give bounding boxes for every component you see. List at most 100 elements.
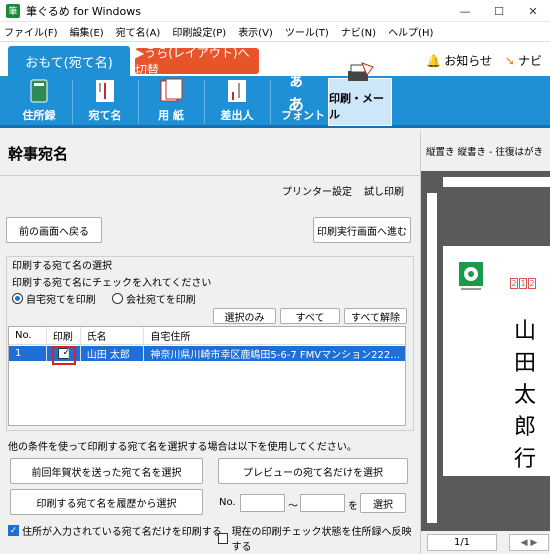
radio-home[interactable]: 自宅宛てを印刷 xyxy=(12,291,96,306)
menu-help[interactable]: ヘルプ(H) xyxy=(388,24,433,39)
toolbar-paper[interactable]: 用 紙 xyxy=(140,78,202,126)
tilde-label: 〜 xyxy=(288,501,298,512)
select-preview-button[interactable]: プレビューの宛て名だけを選択 xyxy=(218,458,408,484)
wo-label: を xyxy=(348,501,358,512)
toolbar-label: 印刷・メール xyxy=(329,92,384,121)
no-to-input[interactable] xyxy=(300,494,345,512)
addressee-name-vertical: 山 田 太 郎 行 xyxy=(513,316,537,476)
postcard-preview: 2 1 2 山 田 太 郎 行 xyxy=(443,246,550,476)
address-table: No. 印刷 氏名 自宅住所 1 ✓ 山田 太郎 神奈川県川崎市幸区鹿嶋田5-6… xyxy=(8,326,406,426)
mode-bar: おもて(宛て名) ▶うら(レイアウト)へ切替 🔔 お知らせ ➘ ナビ xyxy=(0,42,550,77)
notice-button[interactable]: 🔔 お知らせ xyxy=(426,52,492,69)
fude-icon: 筆 xyxy=(6,3,20,18)
name-char: 太 xyxy=(513,383,536,408)
name-char: 山 xyxy=(513,319,536,344)
main-pane: 幹事宛名 プリンター設定 試し印刷 前の画面へ戻る 印刷実行画面へ進む 印刷する… xyxy=(0,131,420,554)
radio-home-indicator[interactable] xyxy=(12,293,23,304)
postal-code-boxes: 2 1 2 xyxy=(510,278,536,289)
horizontal-ruler xyxy=(443,177,550,187)
menu-print-settings[interactable]: 印刷設定(P) xyxy=(172,24,226,39)
main-toolbar: 住所録 宛て名 用 紙 差出人 ぁあ フォント 印刷・メール xyxy=(0,62,550,128)
page-indicator: 1/1 xyxy=(427,534,497,551)
header-no[interactable]: No. xyxy=(9,327,47,344)
bell-icon: 🔔 xyxy=(426,53,442,68)
toolbar-label: 差出人 xyxy=(220,109,254,122)
menu-address[interactable]: 宛て名(A) xyxy=(116,24,161,39)
switch-to-back-button[interactable]: ▶うら(レイアウト)へ切替 xyxy=(135,46,259,77)
navi-button[interactable]: ➘ ナビ xyxy=(505,52,542,69)
proceed-to-print-button[interactable]: 印刷実行画面へ進む xyxy=(313,217,411,243)
select-prev-year-button[interactable]: 前回年賀状を送った宛て名を選択 xyxy=(10,458,203,484)
toolbar-address-book[interactable]: 住所録 xyxy=(8,78,70,126)
sender-icon xyxy=(222,78,252,104)
preview-footer: 1/1 ◀ ▶ xyxy=(421,531,550,554)
divider xyxy=(0,175,420,176)
select-from-history-button[interactable]: 印刷する宛て名を履歴から選択 xyxy=(10,489,203,515)
table-header: No. 印刷 氏名 自宅住所 xyxy=(9,327,405,345)
radio-company[interactable]: 会社宛てを印刷 xyxy=(112,291,196,306)
name-char: 田 xyxy=(513,351,536,376)
header-print[interactable]: 印刷 xyxy=(47,327,81,344)
no-from-input[interactable] xyxy=(240,494,285,512)
name-char: 郎 xyxy=(513,415,536,440)
select-all-button[interactable]: すべて xyxy=(280,308,340,324)
notice-label: お知らせ xyxy=(444,54,492,68)
tab-front-address[interactable]: おもて(宛て名) xyxy=(8,46,130,76)
addressee-icon xyxy=(90,78,120,104)
row-no: 1 xyxy=(9,346,47,361)
printer-settings-link[interactable]: プリンター設定 xyxy=(282,183,352,198)
header-address[interactable]: 自宅住所 xyxy=(144,327,405,344)
clear-all-button[interactable]: すべて解除 xyxy=(344,308,407,324)
logo-mark xyxy=(459,262,483,292)
reflect-label: 現在の印刷チェック状態を住所録へ反映する xyxy=(231,527,412,553)
postal-digit: 2 xyxy=(528,278,536,289)
radio-home-label: 自宅宛てを印刷 xyxy=(26,295,96,306)
toolbar-print-mail[interactable]: 印刷・メール xyxy=(328,62,392,126)
preview-canvas[interactable]: 2 1 2 山 田 太 郎 行 xyxy=(421,171,550,531)
page-nav-icon[interactable]: ◀ ▶ xyxy=(509,534,549,551)
name-char: 行 xyxy=(513,447,536,472)
maximize-button[interactable]: ☐ xyxy=(482,0,516,22)
toolbar-label: 宛て名 xyxy=(88,109,122,122)
vertical-ruler xyxy=(427,193,437,523)
minimize-button[interactable]: — xyxy=(448,0,482,22)
header-name[interactable]: 氏名 xyxy=(81,327,145,344)
title-bar: 筆 筆ぐるめ for Windows — ☐ ✕ xyxy=(0,0,550,22)
printer-icon xyxy=(345,61,375,87)
no-label: No. xyxy=(219,497,236,508)
cursor-icon: ➘ xyxy=(504,53,515,68)
toolbar-font[interactable]: ぁあ フォント xyxy=(272,71,334,126)
menu-tools[interactable]: ツール(T) xyxy=(285,24,329,39)
other-conditions-note: 他の条件を使って印刷する宛て名を選択する場合は以下を使用してください。 xyxy=(8,442,357,453)
menu-file[interactable]: ファイル(F) xyxy=(4,24,58,39)
paper-icon xyxy=(156,78,186,104)
select-only-button[interactable]: 選択のみ xyxy=(213,308,276,324)
menu-navi[interactable]: ナビ(N) xyxy=(341,24,376,39)
toolbar-label: 住所録 xyxy=(22,109,56,122)
preview-label: 縦置き 縦書き - 往復はがき xyxy=(426,147,543,158)
menu-edit[interactable]: 編集(E) xyxy=(70,24,104,39)
range-select-button[interactable]: 選択 xyxy=(360,493,406,513)
radio-company-indicator[interactable] xyxy=(112,293,123,304)
close-button[interactable]: ✕ xyxy=(516,0,550,22)
toolbar-sender[interactable]: 差出人 xyxy=(206,78,268,126)
toolbar-label: フォント xyxy=(281,109,325,122)
menu-view[interactable]: 表示(V) xyxy=(238,24,273,39)
radio-company-label: 会社宛てを印刷 xyxy=(126,295,196,306)
page-title: 幹事宛名 xyxy=(8,145,69,163)
test-print-link[interactable]: 試し印刷 xyxy=(364,183,404,198)
address-only-label: 住所が入力されている宛て名だけを印刷する xyxy=(22,527,222,538)
row-address: 神奈川県川崎市幸区鹿嶋田5-6-7 FMVマンション222… xyxy=(150,350,401,361)
row-name: 山田 太郎 xyxy=(81,346,145,361)
address-only-indicator[interactable]: ✓ xyxy=(8,525,19,536)
highlight-box xyxy=(52,346,76,365)
reflect-indicator[interactable] xyxy=(218,532,229,544)
address-only-checkbox[interactable]: ✓ 住所が入力されている宛て名だけを印刷する xyxy=(8,523,222,538)
menu-bar: ファイル(F) 編集(E) 宛て名(A) 印刷設定(P) 表示(V) ツール(T… xyxy=(0,22,550,42)
address-book-icon xyxy=(24,78,54,104)
toolbar-addressee[interactable]: 宛て名 xyxy=(74,78,136,126)
selection-group-label: 印刷する宛て名の選択 xyxy=(10,257,114,272)
reflect-checkbox[interactable]: 現在の印刷チェック状態を住所録へ反映する xyxy=(218,523,420,553)
back-button[interactable]: 前の画面へ戻る xyxy=(6,217,102,243)
selection-hint: 印刷する宛て名にチェックを入れてください xyxy=(12,278,212,289)
